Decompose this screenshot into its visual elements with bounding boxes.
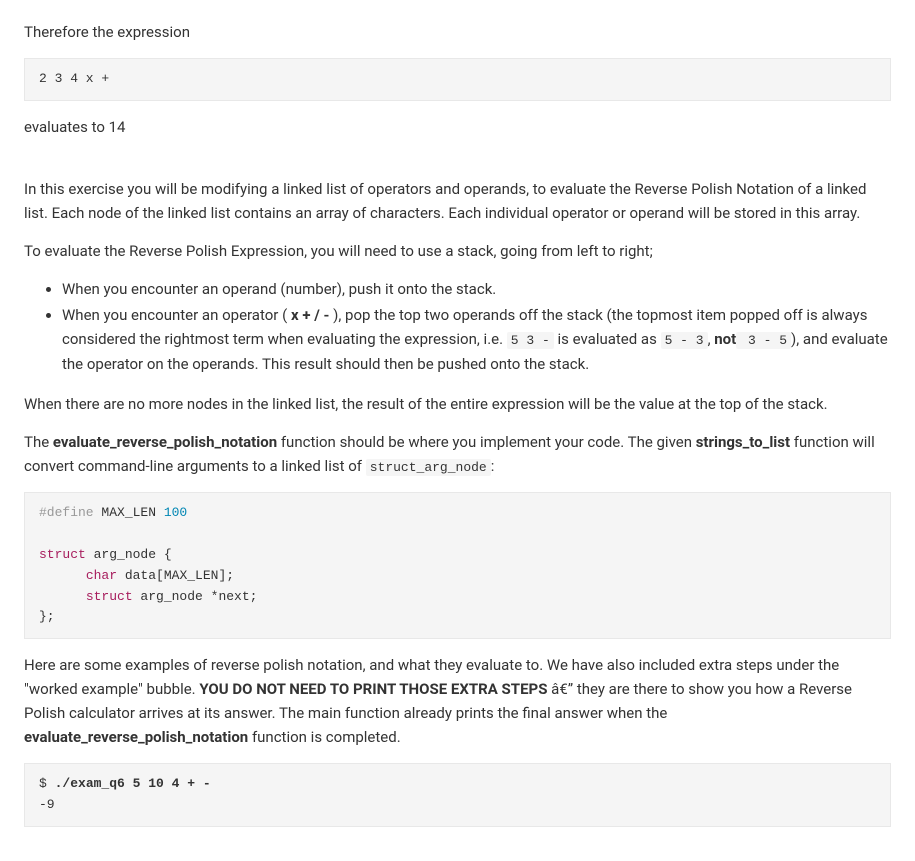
shell-command: ./exam_q6 5 10 4 + - [55,776,211,791]
inline-code-ex2: 5 - 3 [661,332,708,349]
kw-num-100: 100 [164,505,187,520]
kw-define: #define [39,505,94,520]
code-struct-definition: #define MAX_LEN 100 struct arg_node { ch… [24,492,891,639]
operators-bold: x + / - [291,306,329,324]
intro-evaluates: evaluates to 14 [24,115,891,139]
paragraph-functions: The evaluate_reverse_polish_notation fun… [24,430,891,479]
kw-struct-2: struct [86,589,133,604]
not-bold: not [714,330,736,348]
intro-therefore: Therefore the expression [24,20,891,44]
list-item-operator: When you encounter an operator ( x + / -… [62,303,891,376]
paragraph-stack-intro: To evaluate the Reverse Polish Expressio… [24,239,891,263]
inline-code-ex3: 3 - 5 [736,332,791,349]
inline-code-ex1: 5 3 - [507,332,554,349]
paragraph-result: When there are no more nodes in the link… [24,392,891,416]
kw-struct: struct [39,547,86,562]
no-print-bold: YOU DO NOT NEED TO PRINT THOSE EXTRA STE… [199,680,547,698]
kw-char: char [86,568,117,583]
paragraph-examples: Here are some examples of reverse polish… [24,653,891,749]
code-example-run: $ ./exam_q6 5 10 4 + - -9 [24,763,891,827]
code-expression-1: 2 3 4 x + [24,58,891,101]
shell-output: -9 [39,797,55,812]
fn-evaluate: evaluate_reverse_polish_notation [53,433,277,451]
instruction-list: When you encounter an operand (number), … [24,277,891,376]
fn-evaluate-2: evaluate_reverse_polish_notation [24,728,248,746]
inline-code-struct: struct_arg_node [366,459,491,476]
shell-prompt: $ [39,776,55,791]
paragraph-exercise-description: In this exercise you will be modifying a… [24,177,891,225]
fn-strings-to-list: strings_to_list [696,433,790,451]
list-item-operand: When you encounter an operand (number), … [62,277,891,301]
